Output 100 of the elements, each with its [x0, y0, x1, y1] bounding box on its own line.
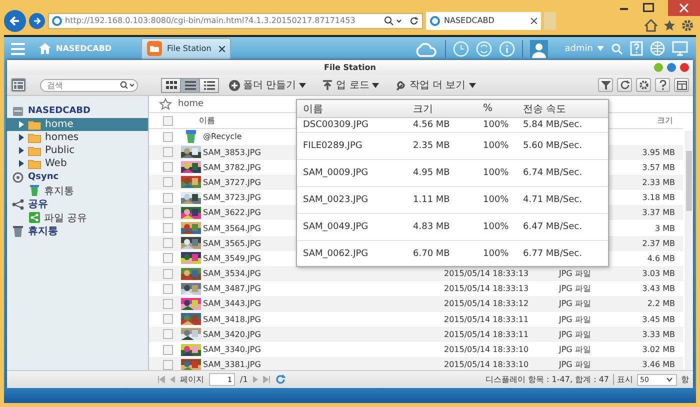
filter-button[interactable] [598, 78, 613, 92]
file-name[interactable]: SAM_3549.JPG [203, 254, 261, 263]
star-icon[interactable] [159, 98, 172, 110]
maximize-button[interactable] [643, 3, 654, 12]
row-checkbox[interactable] [163, 344, 173, 355]
settings-button[interactable] [636, 78, 651, 92]
file-name[interactable]: SAM_3340.JPG [203, 345, 261, 354]
row-checkbox[interactable] [163, 329, 173, 340]
file-name[interactable]: SAM_3565.JPG [203, 238, 261, 248]
search-icon[interactable] [120, 80, 134, 90]
tree-item[interactable]: Web [7, 157, 148, 170]
file-name[interactable]: SAM_3727.JPG [203, 178, 261, 187]
tree-item[interactable]: 휴지통 [7, 184, 148, 198]
cloud-icon[interactable] [414, 40, 438, 57]
row-checkbox[interactable] [163, 284, 173, 294]
file-name[interactable]: SAM_3723.JPG [203, 193, 261, 202]
column-header[interactable]: 이름 [199, 115, 215, 126]
file-name[interactable]: SAM_3381.JPG [203, 360, 261, 370]
row-checkbox[interactable] [163, 132, 173, 142]
info-icon[interactable] [498, 40, 515, 57]
tree-item[interactable]: 파일 공유 [7, 211, 148, 224]
panel-button[interactable] [674, 78, 689, 92]
progress-percent: 100% [483, 222, 510, 232]
file-name: SAM_0023.JPG [302, 195, 370, 206]
file-type: JPG 파일 [559, 328, 591, 340]
new-folder-button[interactable]: 폴더 만들기 [223, 78, 312, 92]
file-name[interactable]: SAM_3420.JPG [203, 330, 261, 339]
avatar-icon[interactable] [530, 40, 548, 58]
refresh-icon[interactable] [409, 16, 419, 26]
column-header[interactable]: 전송 속도 [523, 102, 608, 116]
menu-icon[interactable] [10, 42, 26, 56]
tree-item[interactable]: home [7, 118, 148, 132]
row-checkbox[interactable] [163, 360, 173, 370]
tree-item[interactable]: Qsync [28, 172, 59, 182]
clock-icon[interactable] [452, 40, 469, 57]
more-actions-button[interactable]: 작업 더 보기 [389, 78, 482, 92]
globe-icon[interactable] [650, 41, 665, 56]
close-icon[interactable] [219, 46, 225, 52]
list-view-button[interactable] [180, 78, 200, 93]
detail-view-button[interactable] [199, 78, 219, 93]
sync-icon [12, 172, 24, 183]
file-name[interactable]: SAM_3443.JPG [203, 299, 261, 308]
caret-icon[interactable] [597, 46, 604, 52]
upload-button[interactable]: 업 로드 [316, 78, 386, 92]
monitor-icon[interactable] [672, 41, 688, 56]
row-checkbox[interactable] [163, 223, 173, 234]
row-checkbox[interactable] [163, 314, 173, 324]
file-name[interactable]: SAM_3534.JPG [203, 269, 261, 278]
search-field[interactable]: 검색 [40, 78, 138, 92]
row-checkbox[interactable] [163, 238, 173, 248]
sync-icon[interactable] [476, 40, 492, 57]
column-header[interactable]: % [483, 103, 523, 114]
sidebar-toggle-button[interactable] [11, 78, 26, 92]
tree-item[interactable]: Public [7, 144, 148, 158]
file-name[interactable]: SAM_3782.JPG [203, 162, 261, 172]
row-checkbox[interactable] [163, 162, 173, 172]
maximize-button[interactable] [667, 63, 676, 72]
file-name[interactable]: SAM_3418.JPG [203, 314, 261, 324]
close-button[interactable] [668, 0, 700, 16]
previous-page-icon[interactable] [170, 376, 175, 384]
tree-item[interactable]: 휴지통 [28, 224, 58, 238]
file-name[interactable]: SAM_3487.JPG [203, 284, 261, 294]
settings-icon[interactable] [681, 19, 694, 32]
close-button[interactable] [680, 63, 689, 72]
tree-item[interactable]: 공유 [28, 197, 48, 212]
row-checkbox[interactable] [163, 298, 173, 309]
file-name[interactable]: SAM_3622.JPG [203, 208, 261, 218]
help-icon[interactable] [630, 41, 643, 56]
next-page-icon[interactable] [252, 376, 258, 384]
back-button[interactable] [4, 10, 26, 32]
tree-item[interactable]: NASEDCABD [28, 106, 90, 116]
grid-view-button[interactable] [161, 78, 181, 93]
row-checkbox[interactable] [163, 177, 173, 188]
scrollbar[interactable] [685, 131, 693, 370]
browser-tab[interactable]: NASEDCABD [426, 12, 541, 30]
column-header[interactable]: 크기 [657, 115, 673, 126]
refresh-button[interactable] [617, 78, 632, 92]
home-icon[interactable] [644, 19, 658, 32]
row-checkbox[interactable] [163, 208, 173, 218]
row-checkbox[interactable] [163, 147, 173, 158]
file-name[interactable]: SAM_3853.JPG [203, 148, 261, 157]
row-checkbox[interactable] [163, 253, 173, 264]
row-checkbox[interactable] [163, 192, 173, 203]
app-tab[interactable]: File Station [141, 38, 231, 60]
star-icon[interactable] [663, 19, 676, 32]
first-page-icon[interactable] [158, 376, 165, 384]
help-button[interactable] [655, 78, 670, 92]
file-name[interactable]: SAM_3564.JPG [203, 224, 261, 233]
address-field[interactable]: http://192.168.0.103:8080/cgi-bin/main.html?4.1.3.20150217.87171453 [48, 12, 423, 28]
minimize-button[interactable] [619, 7, 629, 11]
last-page-icon[interactable] [262, 376, 270, 384]
forward-button[interactable] [29, 12, 45, 28]
close-icon[interactable] [531, 18, 537, 24]
row-checkbox[interactable] [163, 268, 173, 279]
breadcrumb[interactable]: home [178, 99, 204, 110]
column-header[interactable]: 이름 [297, 102, 413, 116]
column-header[interactable]: 크기 [413, 102, 483, 116]
tree-item[interactable]: homes [7, 131, 148, 144]
select-all-checkbox[interactable] [163, 116, 173, 126]
file-name[interactable]: @Recycle [203, 132, 242, 142]
